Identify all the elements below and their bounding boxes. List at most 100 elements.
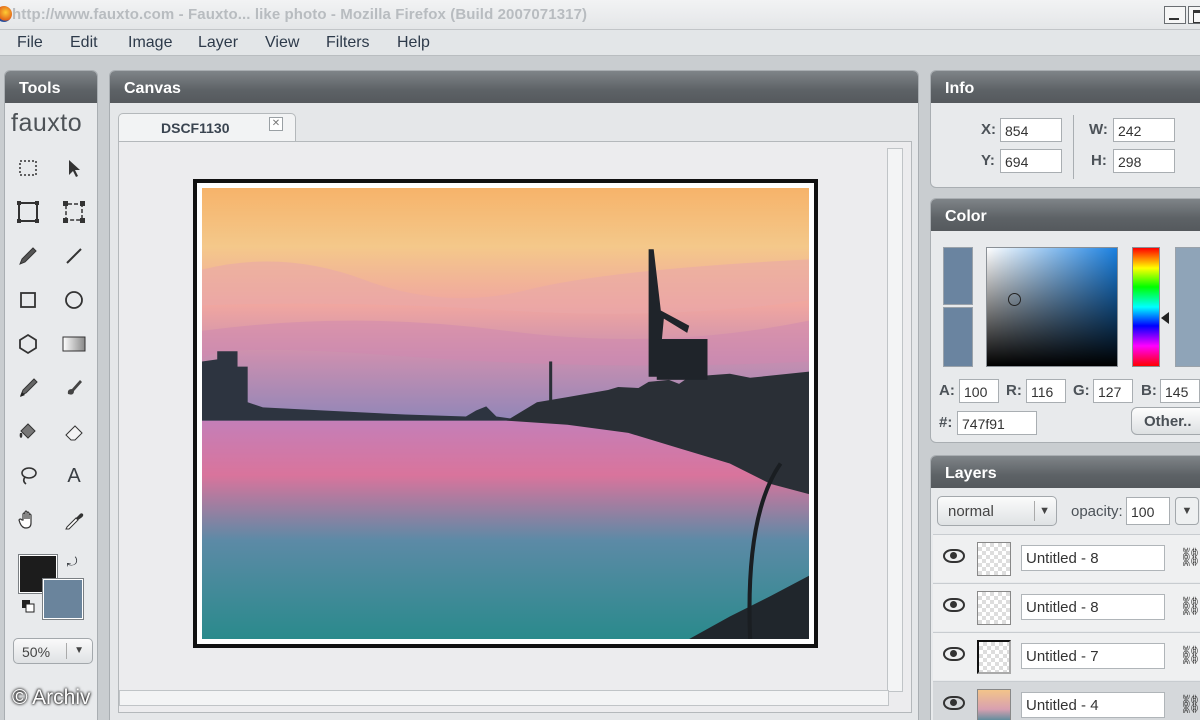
menu-file[interactable]: File — [17, 34, 43, 52]
color-panel-title: Color — [931, 199, 1200, 231]
layer-name-field[interactable]: Untitled - 8 — [1021, 594, 1165, 620]
polygon-icon[interactable] — [13, 329, 43, 359]
layer-thumbnail — [977, 542, 1011, 576]
browser-title-bar: http://www.fauxto.com - Fauxto... like p… — [0, 0, 1200, 30]
blue-field[interactable]: 145 — [1160, 379, 1200, 403]
swap-colors-icon[interactable]: ⤾ — [63, 553, 81, 571]
menu-view[interactable]: View — [265, 34, 299, 52]
opacity-dropdown-button[interactable]: ▼ — [1175, 497, 1199, 525]
menu-edit[interactable]: Edit — [70, 34, 98, 52]
text-icon[interactable]: A — [59, 461, 89, 491]
eyedropper-icon[interactable] — [59, 505, 89, 535]
picker-cursor[interactable] — [1008, 293, 1021, 306]
lasso-icon[interactable] — [13, 461, 43, 491]
visibility-eye-icon[interactable] — [943, 549, 965, 563]
red-field[interactable]: 116 — [1026, 379, 1066, 403]
link-icon[interactable]: ⛓ — [1179, 645, 1200, 667]
canvas-panel-title: Canvas — [110, 71, 918, 103]
hex-field[interactable]: 747f91 — [957, 411, 1037, 435]
info-panel: Info X: 854 Y: 694 W: 242 H: 298 — [930, 70, 1200, 188]
current-color-swatch — [943, 247, 973, 305]
layer-thumbnail — [977, 640, 1011, 674]
menu-image[interactable]: Image — [128, 34, 172, 52]
layer-row-selected[interactable]: Untitled - 4 ⛓ — [933, 681, 1200, 720]
canvas-panel: Canvas DSCF1130 ✕ — [109, 70, 919, 720]
link-icon[interactable]: ⛓ — [1179, 694, 1200, 716]
w-field[interactable]: 242 — [1113, 118, 1175, 142]
pointer-icon[interactable] — [59, 153, 89, 183]
chevron-down-icon: ▼ — [1039, 505, 1050, 517]
h-field[interactable]: 298 — [1113, 149, 1175, 173]
color-panel: Color A: 100 R: 116 G: 127 B: 145 #: 747… — [930, 198, 1200, 443]
hue-pointer-icon[interactable] — [1161, 312, 1169, 324]
firefox-icon — [0, 6, 12, 22]
copyright-watermark: © Archiv — [12, 686, 91, 709]
x-field[interactable]: 854 — [1000, 118, 1062, 142]
layer-row[interactable]: Untitled - 8 ⛓ — [933, 534, 1200, 582]
layer-thumbnail — [977, 689, 1011, 720]
line-icon[interactable] — [59, 241, 89, 271]
ellipse-icon[interactable] — [59, 285, 89, 315]
close-tab-icon[interactable]: ✕ — [269, 117, 283, 131]
alpha-label: A: — [939, 382, 955, 399]
link-icon[interactable]: ⛓ — [1179, 547, 1200, 569]
visibility-eye-icon[interactable] — [943, 647, 965, 661]
visibility-eye-icon[interactable] — [943, 696, 965, 710]
document-area[interactable] — [118, 141, 912, 713]
vertical-scrollbar[interactable] — [887, 148, 903, 692]
photo-image[interactable] — [202, 188, 809, 639]
link-icon[interactable]: ⛓ — [1179, 596, 1200, 618]
background-color-swatch[interactable] — [42, 578, 84, 620]
other-color-button[interactable]: Other.. — [1131, 407, 1200, 435]
hue-slider[interactable] — [1132, 247, 1160, 367]
eraser-icon[interactable] — [59, 417, 89, 447]
tools-panel-title: Tools — [5, 71, 97, 103]
reset-colors-icon[interactable] — [19, 597, 37, 615]
pencil-icon[interactable] — [13, 241, 43, 271]
layers-panel: Layers normal ▼ opacity: 100 ▼ Untitled … — [930, 455, 1200, 720]
alpha-slider[interactable] — [1175, 247, 1200, 367]
crop-icon[interactable] — [13, 197, 43, 227]
menu-bar: File Edit Image Layer View Filters Help — [0, 30, 1200, 56]
y-label: Y: — [981, 152, 995, 169]
zoom-select[interactable]: 50% ▼ — [13, 638, 93, 664]
image-frame — [193, 179, 818, 648]
menu-help[interactable]: Help — [397, 34, 430, 52]
layer-thumbnail — [977, 591, 1011, 625]
y-field[interactable]: 694 — [1000, 149, 1062, 173]
hex-label: #: — [939, 414, 953, 431]
window-title: http://www.fauxto.com - Fauxto... like p… — [12, 6, 588, 23]
layer-name-field[interactable]: Untitled - 7 — [1021, 643, 1165, 669]
fauxto-logo: fauxto — [11, 109, 83, 137]
layer-row[interactable]: Untitled - 7 ⛓ — [933, 632, 1200, 680]
hand-icon[interactable] — [13, 505, 43, 535]
layer-name-field[interactable]: Untitled - 4 — [1021, 692, 1165, 718]
maximize-button[interactable] — [1188, 6, 1200, 24]
red-label: R: — [1006, 382, 1022, 399]
x-label: X: — [981, 121, 996, 138]
smudge-icon[interactable] — [59, 373, 89, 403]
rectangle-icon[interactable] — [13, 285, 43, 315]
alpha-field[interactable]: 100 — [959, 379, 999, 403]
opacity-field[interactable]: 100 — [1126, 497, 1170, 525]
layer-row[interactable]: Untitled - 8 ⛓ — [933, 583, 1200, 631]
menu-filters[interactable]: Filters — [326, 34, 370, 52]
brush-icon[interactable] — [13, 373, 43, 403]
saturation-value-picker[interactable] — [986, 247, 1118, 367]
document-tab[interactable]: DSCF1130 ✕ — [118, 113, 296, 143]
tools-panel: Tools fauxto A ⤾ 50% ▼ — [4, 70, 98, 720]
transform-icon[interactable] — [59, 197, 89, 227]
marquee-select-icon[interactable] — [13, 153, 43, 183]
previous-color-swatch[interactable] — [943, 307, 973, 367]
green-field[interactable]: 127 — [1093, 379, 1133, 403]
minimize-button[interactable] — [1164, 6, 1186, 24]
layer-name-field[interactable]: Untitled - 8 — [1021, 545, 1165, 571]
blend-mode-select[interactable]: normal ▼ — [937, 496, 1057, 526]
visibility-eye-icon[interactable] — [943, 598, 965, 612]
gradient-icon[interactable] — [59, 329, 89, 359]
fill-bucket-icon[interactable] — [13, 417, 43, 447]
info-panel-title: Info — [931, 71, 1200, 103]
horizontal-scrollbar[interactable] — [119, 690, 889, 706]
green-label: G: — [1073, 382, 1090, 399]
menu-layer[interactable]: Layer — [198, 34, 238, 52]
